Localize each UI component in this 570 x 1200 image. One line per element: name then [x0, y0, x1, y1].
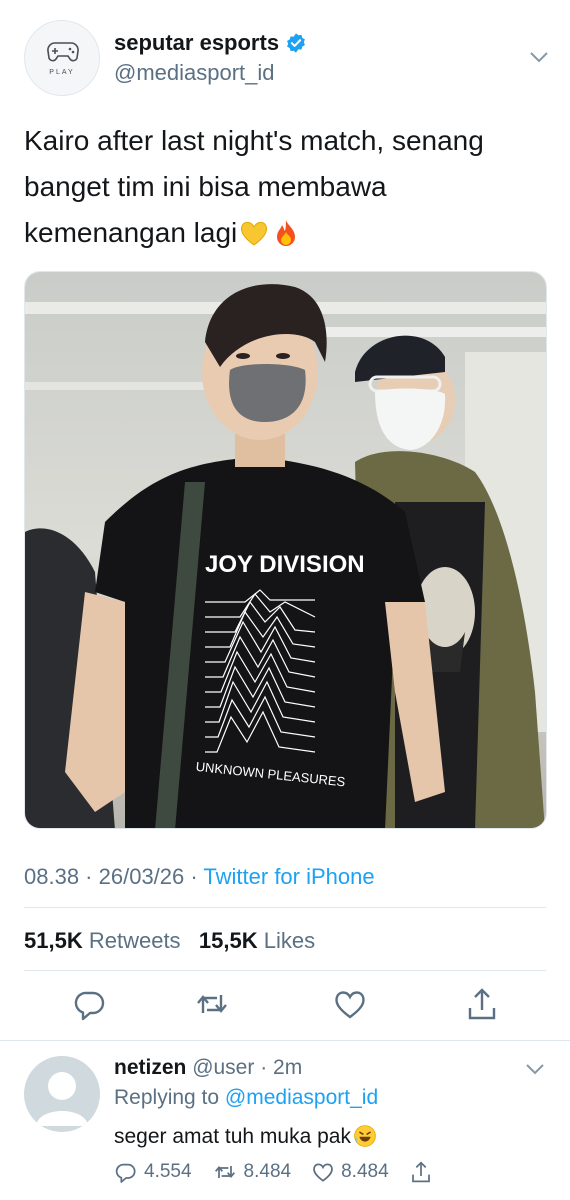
retweet-icon[interactable] — [194, 986, 230, 1022]
likes-label: Likes — [263, 928, 316, 953]
reply-text-content: seger amat tuh muka pak — [114, 1125, 351, 1148]
avatar-label: PLAY — [49, 69, 75, 76]
verified-badge-icon — [287, 33, 305, 53]
tweet-date: 26/03/26 — [98, 864, 185, 889]
author-avatar[interactable]: PLAY — [24, 20, 100, 96]
replying-to-mention[interactable]: @mediasport_id — [225, 1086, 378, 1109]
author-handle[interactable]: @mediasport_id — [114, 60, 275, 86]
like-icon[interactable] — [332, 986, 368, 1022]
photo-image: JOY DIVISION UNKNOWN PLEASURES — [25, 272, 546, 828]
tweet-timestamp: 08.38 · 26/03/26 · Twitter for iPhone — [24, 864, 375, 889]
reply-reply-action[interactable]: 4.554 — [114, 1160, 192, 1184]
reply-retweet-action[interactable]: 8.484 — [212, 1160, 292, 1184]
reply-avatar[interactable] — [24, 1056, 100, 1132]
reply-icon — [115, 1163, 136, 1183]
rolling-laughing-emoji-icon — [354, 1125, 376, 1147]
reply-author-name[interactable]: netizen — [114, 1056, 186, 1079]
tweet-header: PLAY seputar esports @mediasport_id — [24, 20, 554, 100]
retweets-count: 51,5K — [24, 928, 83, 953]
tweet-text: Kairo after last night's match, senang b… — [24, 118, 544, 256]
reply-text: seger amat tuh muka pak — [114, 1124, 377, 1149]
replying-to: Replying to @mediasport_id — [114, 1086, 378, 1110]
share-icon — [411, 1161, 430, 1183]
reply-retweet-count: 8.484 — [243, 1161, 292, 1182]
retweet-icon — [214, 1165, 235, 1179]
reply-action-bar: 4.554 8.484 8.484 — [114, 1160, 459, 1184]
reply-like-action[interactable]: 8.484 — [311, 1160, 389, 1184]
svg-text:JOY DIVISION: JOY DIVISION — [205, 551, 365, 578]
likes-count: 15,5K — [198, 928, 258, 953]
fire-icon — [277, 220, 296, 246]
yellow-heart-icon — [241, 221, 268, 246]
likes-stat[interactable]: 15,5K Likes — [199, 928, 315, 953]
retweets-stat[interactable]: 51,5K Retweets — [24, 928, 181, 953]
divider — [24, 907, 546, 908]
retweets-label: Retweets — [88, 928, 181, 953]
reply-like-count: 8.484 — [341, 1161, 389, 1182]
reply-icon[interactable] — [72, 986, 108, 1022]
reply-author-handle[interactable]: @user — [192, 1056, 254, 1079]
tweet-action-bar — [24, 986, 546, 1026]
gamepad-icon — [47, 42, 79, 62]
replying-to-label: Replying to — [114, 1086, 220, 1109]
reply-tweet[interactable]: netizen @user · 2m Replying to @mediaspo… — [24, 1056, 554, 1196]
like-icon — [313, 1163, 333, 1182]
chevron-down-icon[interactable] — [524, 1062, 546, 1076]
tweet-stats: 51,5K Retweets 15,5K Likes — [24, 928, 315, 954]
divider — [24, 970, 546, 971]
author-display-name[interactable]: seputar esports — [114, 30, 279, 56]
reply-time: 2m — [273, 1056, 303, 1079]
reply-header: netizen @user · 2m — [114, 1056, 303, 1079]
reply-share-action[interactable] — [409, 1160, 439, 1184]
reply-reply-count: 4.554 — [144, 1161, 192, 1182]
tweet-photo[interactable]: JOY DIVISION UNKNOWN PLEASURES — [24, 271, 547, 829]
default-avatar-icon — [36, 1072, 88, 1126]
divider — [0, 1040, 570, 1041]
tweet-source-link[interactable]: Twitter for iPhone — [203, 864, 374, 889]
chevron-down-icon[interactable] — [528, 50, 550, 64]
share-icon[interactable] — [464, 986, 500, 1022]
tweet-time: 08.38 — [24, 864, 80, 889]
